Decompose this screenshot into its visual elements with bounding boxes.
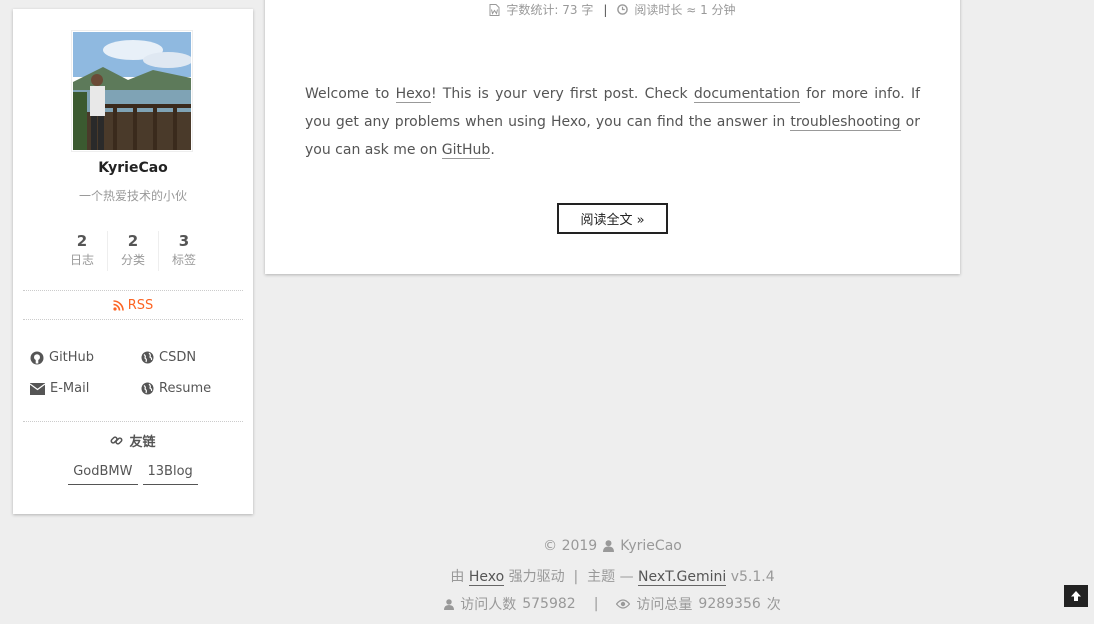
resume-link[interactable]: Resume: [141, 381, 211, 396]
stat-label: 标签: [171, 253, 196, 267]
footer-hexo-link[interactable]: Hexo: [468, 569, 505, 586]
friend-link[interactable]: 13Blog: [142, 461, 198, 485]
meta-separator: |: [603, 2, 608, 17]
views-count: 9289356: [698, 596, 761, 612]
visitors-label: 访问人数: [460, 597, 517, 613]
email-link[interactable]: E-Mail: [30, 381, 89, 396]
post-body: Welcome to Hexo! This is your very first…: [305, 80, 920, 164]
body-text: ! This is your very first post. Check: [430, 86, 694, 102]
stat-label: 日志: [69, 253, 94, 267]
hexo-link[interactable]: Hexo: [395, 86, 431, 103]
clock-icon: [617, 4, 629, 15]
author-name: KyrieCao: [98, 160, 168, 176]
rss-icon: [113, 299, 124, 311]
friends-title: 友链: [13, 431, 253, 450]
theme-version: v5.1.4: [726, 569, 775, 585]
avatar: [71, 30, 193, 152]
views-label: 访问总量: [636, 597, 693, 613]
link-label: GitHub: [49, 350, 95, 365]
link-label: Resume: [159, 381, 212, 396]
powered-prefix: 由: [450, 569, 469, 585]
post-card: 字数统计: 73 字 | 阅读时长 ≈ 1 分钟 Welcome to Hexo…: [265, 0, 960, 274]
stat-categories[interactable]: 2 分类: [107, 231, 158, 271]
link-label: E-Mail: [50, 381, 90, 396]
user-icon: [444, 598, 455, 610]
read-more-button[interactable]: 阅读全文 »: [557, 203, 668, 234]
body-text: Welcome to: [305, 86, 396, 102]
body-text: .: [490, 142, 495, 158]
globe-icon: [141, 382, 154, 395]
file-word-icon: [489, 3, 500, 16]
read-time: 阅读时长 ≈ 1 分钟: [634, 3, 736, 17]
stat-count: 3: [178, 232, 190, 250]
arrow-up-icon: [1071, 591, 1081, 601]
github-link[interactable]: GitHub: [30, 350, 94, 365]
footer-author: KyrieCao: [620, 538, 682, 554]
post-meta: 字数统计: 73 字 | 阅读时长 ≈ 1 分钟: [265, 1, 960, 18]
friends-title-label: 友链: [129, 435, 156, 450]
envelope-icon: [30, 382, 45, 395]
troubleshooting-link[interactable]: troubleshooting: [790, 114, 901, 131]
friends-list: GodBMW 13Blog: [13, 461, 253, 485]
stat-posts[interactable]: 2 日志: [57, 231, 107, 271]
globe-icon: [141, 351, 154, 364]
back-to-top-button[interactable]: [1064, 585, 1088, 607]
visitors-count: 575982: [522, 596, 576, 612]
link-icon: [110, 436, 123, 445]
friend-link[interactable]: GodBMW: [68, 461, 138, 485]
user-icon: [603, 540, 615, 552]
powered-suffix: 强力驱动 | 主题 —: [504, 569, 639, 585]
github-post-link[interactable]: GitHub: [441, 142, 491, 159]
site-stats: 2 日志 2 分类 3 标签: [57, 231, 209, 271]
eye-icon: [616, 599, 631, 609]
github-icon: [30, 351, 44, 364]
csdn-link[interactable]: CSDN: [141, 350, 196, 365]
word-count: 字数统计: 73 字: [506, 3, 594, 17]
footer-powered: 由 Hexo 强力驱动 | 主题 — NexT.Gemini v5.1.4: [265, 566, 960, 586]
stat-count: 2: [127, 232, 139, 250]
stat-tags[interactable]: 3 标签: [158, 231, 209, 271]
theme-link[interactable]: NexT.Gemini: [638, 569, 727, 586]
author-description: 一个热爱技术的小伙: [78, 189, 187, 203]
rss-link[interactable]: RSS: [23, 290, 243, 320]
copyright-text: © 2019: [543, 538, 598, 554]
footer-copyright: © 2019 KyrieCao: [265, 538, 960, 554]
divider: [23, 421, 243, 422]
rss-label: RSS: [127, 297, 154, 313]
views-unit: 次: [766, 597, 781, 613]
footer-counters: 访问人数 575982 | 访问总量 9289356 次: [265, 594, 960, 614]
stat-label: 分类: [120, 253, 145, 267]
documentation-link[interactable]: documentation: [693, 86, 800, 103]
sidebar: KyrieCao 一个热爱技术的小伙 2 日志 2 分类 3 标签 RSS Gi…: [13, 9, 253, 514]
counter-separator: |: [593, 596, 599, 612]
stat-count: 2: [76, 232, 88, 250]
link-label: CSDN: [159, 350, 197, 365]
